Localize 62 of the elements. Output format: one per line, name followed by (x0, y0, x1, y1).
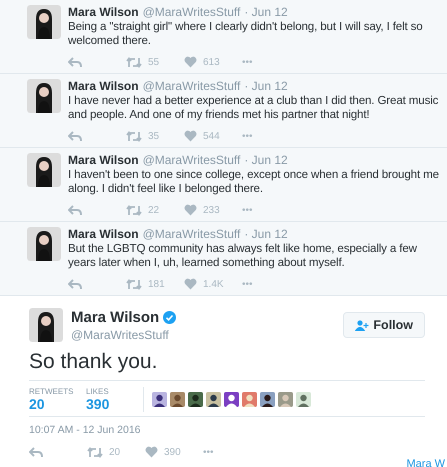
retweet-count: 181 (148, 278, 165, 290)
tweet-date: · Jun 12 (244, 227, 288, 242)
user-name[interactable]: Mara Wilson (68, 227, 139, 242)
retweet-count[interactable]: 20 (29, 396, 86, 412)
heart-icon[interactable] (184, 204, 197, 216)
retweet-count: 55 (148, 56, 160, 68)
avatar (27, 5, 61, 39)
more-button[interactable]: ••• (203, 446, 214, 458)
avatar (27, 227, 61, 261)
reply-icon[interactable] (29, 446, 43, 458)
user-handle[interactable]: @MaraWritesStuff (142, 5, 240, 20)
tweet-timestamp: 10:07 AM - 12 Jun 2016 (29, 424, 142, 436)
profile-link[interactable]: Mara W (406, 458, 445, 467)
tweet-text: Being a "straight girl" where I clearly didn't belong, but I will say, I felt so welcomed there. (68, 20, 424, 48)
tweet-text: So thank you. (29, 350, 158, 374)
like-count: 544 (203, 130, 220, 142)
user-name[interactable]: Mara Wilson (68, 153, 139, 168)
more-button[interactable]: ••• (242, 130, 253, 142)
like-count: 613 (203, 56, 220, 68)
reply-icon[interactable] (68, 204, 82, 216)
user-name[interactable]: Mara Wilson (71, 308, 160, 326)
heart-icon[interactable] (184, 130, 197, 142)
heart-icon[interactable] (184, 56, 197, 68)
like-count: 390 (164, 446, 181, 458)
user-handle[interactable]: @MaraWritesStuff (71, 328, 336, 342)
retweet-icon[interactable] (87, 446, 103, 458)
retweet-count: 22 (148, 204, 160, 216)
user-name[interactable]: Mara Wilson (68, 79, 139, 94)
tweet-text: I have never had a better experience at a club than I did then. Great music and people. And one of my friends met his partner that night! (68, 94, 440, 122)
retweet-count: 35 (148, 130, 160, 142)
add-user-icon (355, 320, 370, 330)
tweet-date: · Jun 12 (244, 153, 288, 168)
like-count[interactable]: 390 (86, 396, 143, 412)
tweet-date: · Jun 12 (244, 5, 288, 20)
likes-label: LIKES (86, 387, 110, 396)
user-handle[interactable]: @MaraWritesStuff (142, 153, 240, 168)
retweets-label: RETWEETS (29, 387, 74, 396)
retweet-icon[interactable] (126, 278, 142, 290)
reply-icon[interactable] (68, 56, 82, 68)
user-handle[interactable]: @MaraWritesStuff (142, 79, 240, 94)
user-handle[interactable]: @MaraWritesStuff (142, 227, 240, 242)
tweet-text: I haven't been to one since college, except once when a friend brought me along. I didn't feel like I belonged there. (68, 168, 440, 196)
more-button[interactable]: ••• (242, 56, 253, 68)
heart-icon[interactable] (184, 278, 197, 290)
more-button[interactable]: ••• (242, 278, 253, 290)
retweet-count: 20 (109, 446, 120, 458)
avatar (29, 308, 63, 342)
retweet-icon[interactable] (126, 56, 142, 68)
avatar (27, 79, 61, 113)
more-button[interactable]: ••• (242, 204, 253, 216)
tweet-date: · Jun 12 (244, 79, 288, 94)
retweet-icon[interactable] (126, 130, 142, 142)
follow-button[interactable]: Follow (343, 312, 425, 338)
user-name[interactable]: Mara Wilson (68, 5, 139, 20)
like-count: 233 (203, 204, 220, 216)
heart-icon[interactable] (145, 446, 158, 458)
reply-icon[interactable] (68, 130, 82, 142)
avatar (27, 153, 61, 187)
like-count: 1.4K (203, 278, 224, 290)
tweet-text: But the LGBTQ community has always felt like home, especially a few years later when I, uh, learned something about myself. (68, 242, 418, 270)
reply-icon[interactable] (68, 278, 82, 290)
retweet-icon[interactable] (126, 204, 142, 216)
